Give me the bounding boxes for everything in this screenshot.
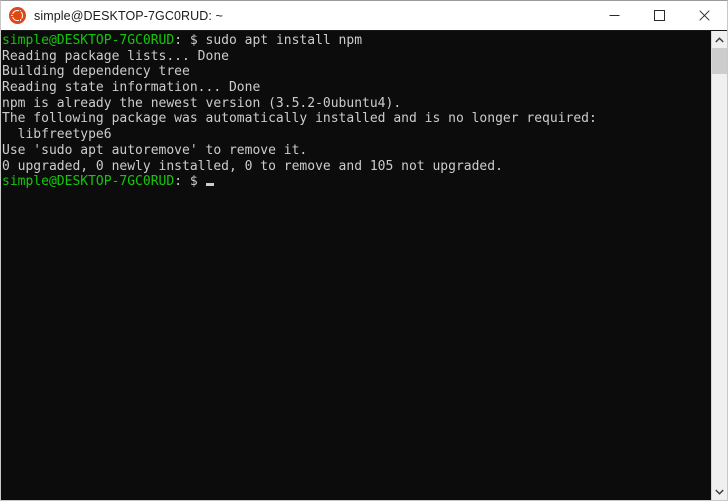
terminal-output-text: Reading package lists... Done <box>2 48 229 64</box>
terminal-output-text: The following package was automatically … <box>2 111 597 127</box>
terminal-output-text: npm is already the newest version (3.5.2… <box>2 95 402 111</box>
terminal-output-text: Reading state information... Done <box>2 80 261 96</box>
terminal-output-text: libfreetype6 <box>2 127 112 143</box>
terminal-output-line: Reading state information... Done <box>2 80 711 96</box>
prompt-separator: : <box>174 33 190 48</box>
ubuntu-logo-icon <box>9 7 26 24</box>
terminal-window: simple@DESKTOP-7GC0RUD: ~ simple@DESKTOP… <box>0 0 728 501</box>
terminal-scrollbar[interactable] <box>711 31 727 500</box>
prompt-symbol: $ <box>189 33 198 48</box>
terminal-output-line: The following package was automatically … <box>2 111 711 127</box>
scrollbar-track[interactable] <box>712 48 727 483</box>
terminal-output-text: Use 'sudo apt autoremove' to remove it. <box>2 142 308 158</box>
terminal-screen[interactable]: simple@DESKTOP-7GC0RUD: $ sudo apt insta… <box>1 31 711 500</box>
window-controls <box>592 1 727 30</box>
scrollbar-down-button[interactable] <box>712 483 727 500</box>
prompt-symbol: $ <box>189 174 198 190</box>
window-titlebar[interactable]: simple@DESKTOP-7GC0RUD: ~ <box>1 1 727 30</box>
terminal-output-line: libfreetype6 <box>2 127 711 143</box>
terminal-output-line: 0 upgraded, 0 newly installed, 0 to remo… <box>2 159 711 175</box>
terminal-cursor <box>205 183 214 187</box>
scrollbar-up-button[interactable] <box>712 31 727 48</box>
terminal-output-text: Building dependency tree <box>2 64 190 80</box>
terminal-output-line: Building dependency tree <box>2 64 711 80</box>
terminal-command: sudo apt install npm <box>197 33 363 48</box>
prompt-separator: : <box>174 174 190 190</box>
prompt-user-host: simple@DESKTOP-7GC0RUD <box>2 33 175 48</box>
window-title: simple@DESKTOP-7GC0RUD: ~ <box>34 8 223 23</box>
terminal-prompt-line: simple@DESKTOP-7GC0RUD: $ sudo apt insta… <box>2 33 711 49</box>
terminal-output-line: npm is already the newest version (3.5.2… <box>2 96 711 112</box>
terminal-output-line: Reading package lists... Done <box>2 49 711 65</box>
minimize-button[interactable] <box>592 1 637 30</box>
terminal-prompt-line: simple@DESKTOP-7GC0RUD: $ <box>2 174 711 190</box>
terminal-output-line: Use 'sudo apt autoremove' to remove it. <box>2 143 711 159</box>
chevron-up-icon <box>715 36 724 42</box>
terminal-output-text: 0 upgraded, 0 newly installed, 0 to remo… <box>2 158 503 174</box>
chevron-down-icon <box>715 489 724 495</box>
maximize-button[interactable] <box>637 1 682 30</box>
prompt-user-host: simple@DESKTOP-7GC0RUD <box>2 174 175 190</box>
terminal-body: simple@DESKTOP-7GC0RUD: $ sudo apt insta… <box>1 30 727 500</box>
scrollbar-thumb[interactable] <box>712 48 727 75</box>
close-button[interactable] <box>682 1 727 30</box>
titlebar-left: simple@DESKTOP-7GC0RUD: ~ <box>1 7 592 24</box>
